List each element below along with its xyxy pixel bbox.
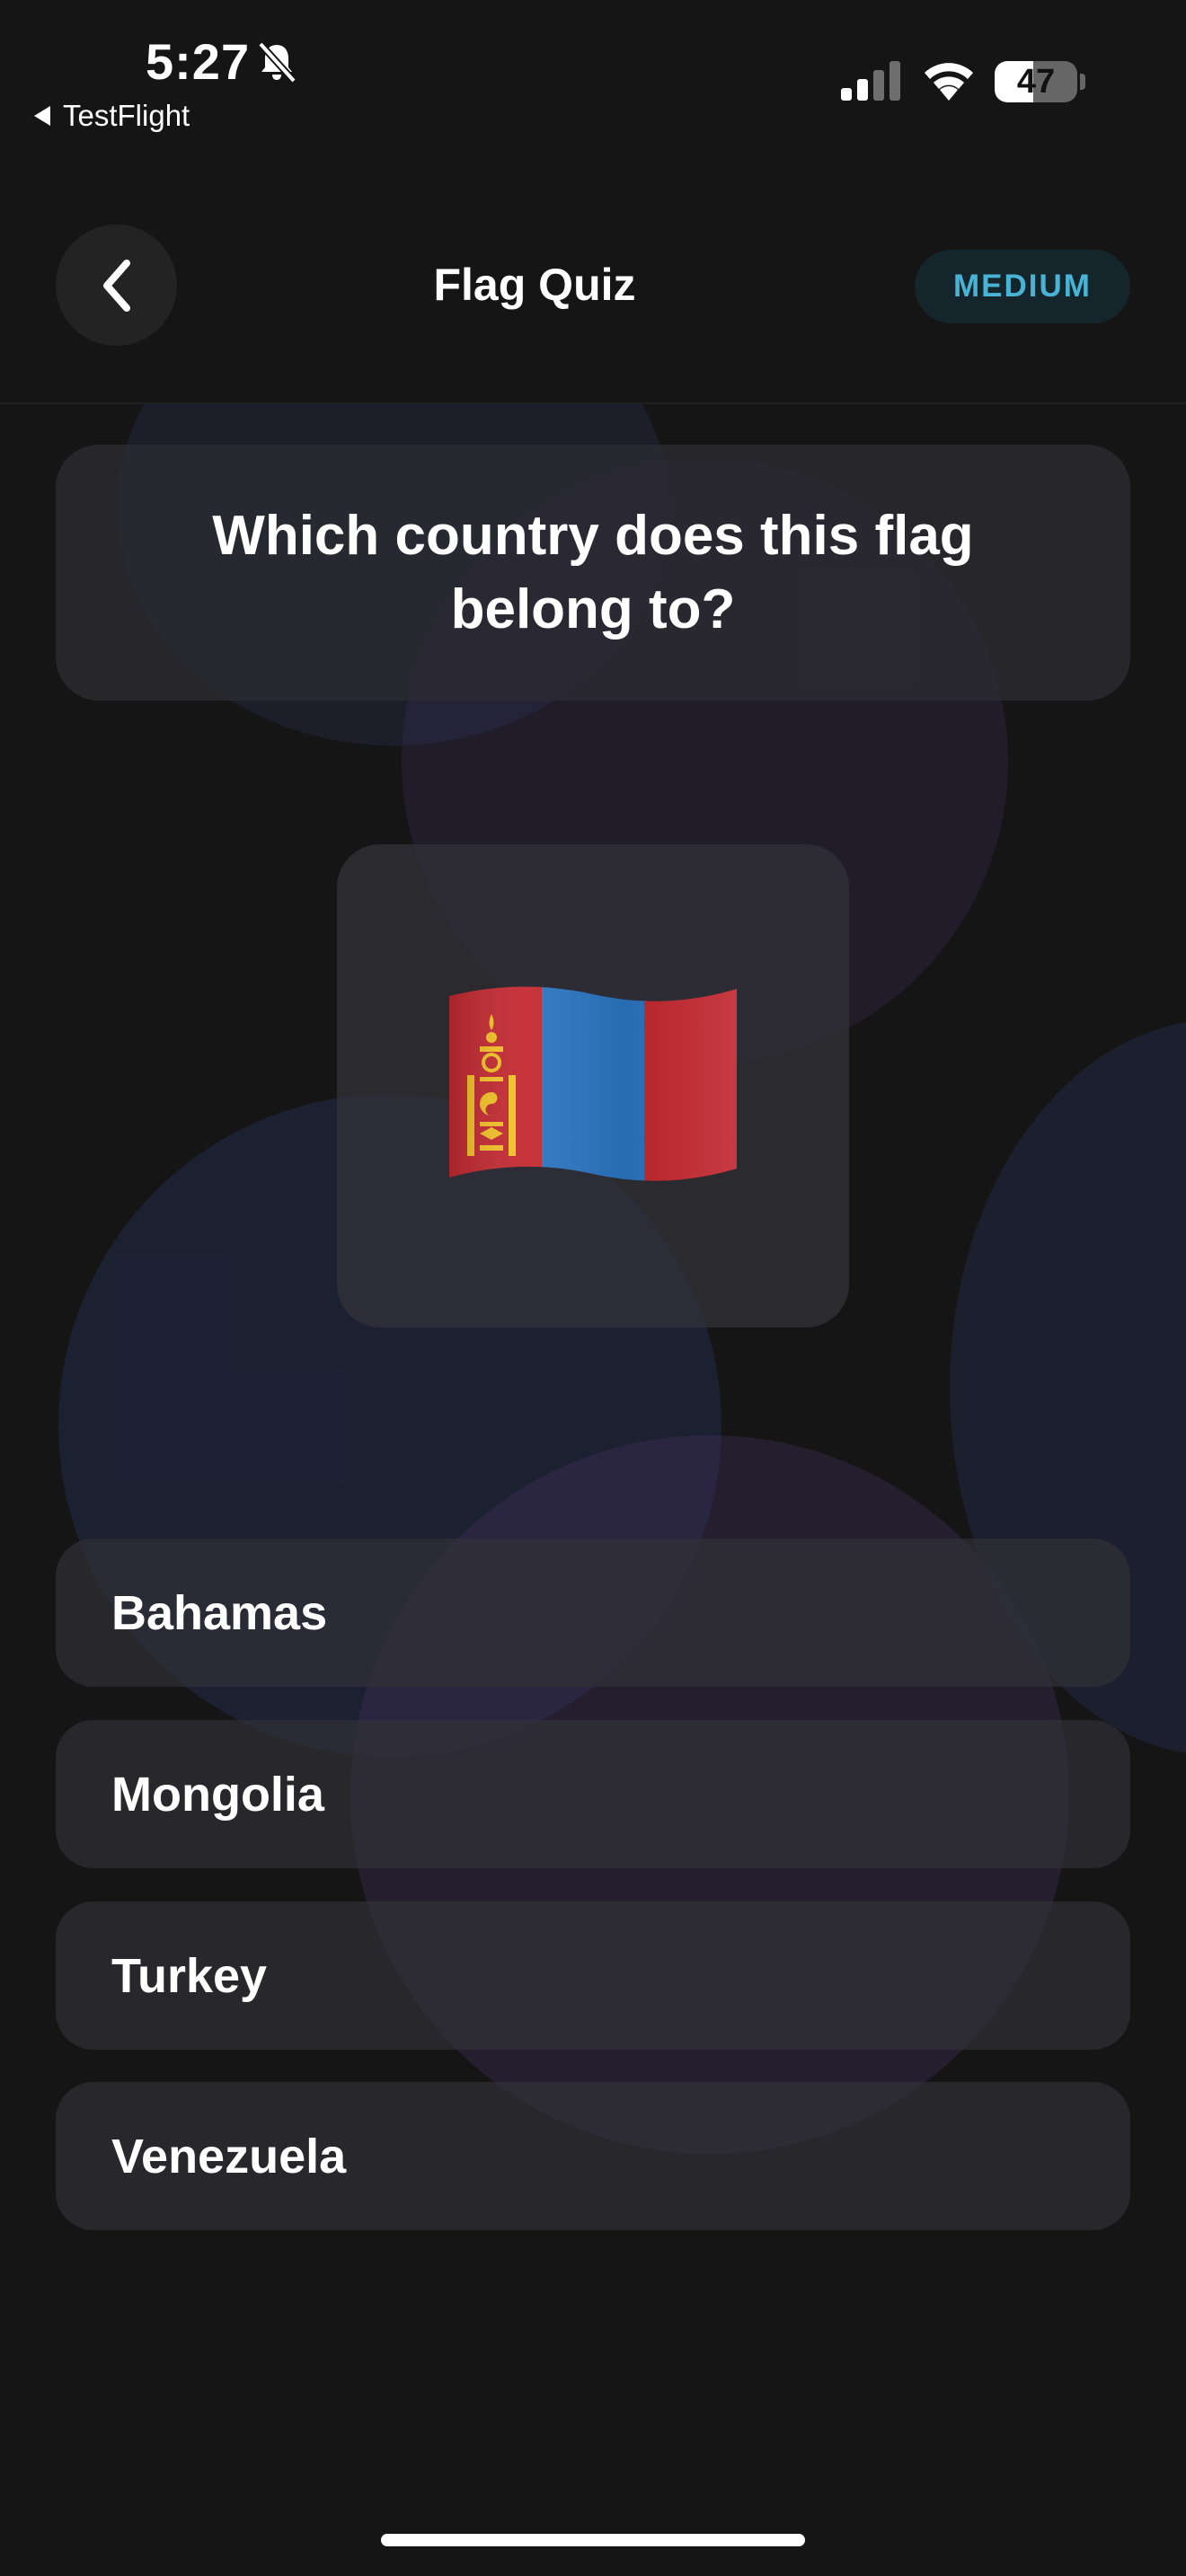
back-to-testflight[interactable]: TestFlight [34,99,190,133]
status-time: 5:27 [146,33,251,90]
difficulty-badge: MEDIUM [915,250,1130,323]
chevron-left-icon [102,259,130,312]
answer-option-bahamas[interactable]: Bahamas [56,1539,1130,1687]
back-app-label: TestFlight [63,99,190,132]
answer-option-mongolia[interactable]: Mongolia [56,1720,1130,1868]
battery-level: 47 [1016,62,1056,101]
quiz-screen: 5:27 TestFlight 47 Flag Quiz MEDIUM Whic… [0,0,1186,2576]
battery-nub [1080,74,1085,90]
status-bar: 5:27 TestFlight 47 [0,0,1186,144]
bell-slash-icon [258,41,296,84]
flag-card [337,844,849,1328]
home-indicator[interactable] [381,2534,805,2546]
question-card: Which country does this flag belong to? [56,445,1130,701]
wifi-icon [925,63,973,101]
answer-option-venezuela[interactable]: Venezuela [56,2082,1130,2230]
page-title: Flag Quiz [433,260,636,310]
answer-option-turkey[interactable]: Turkey [56,1901,1130,2050]
question-text: Which country does this flag belong to? [212,504,974,640]
back-button[interactable] [56,225,177,346]
back-triangle-icon [34,106,50,126]
nav-header: Flag Quiz MEDIUM [0,144,1186,404]
mongolia-flag-icon [449,986,737,1181]
battery-icon: 47 [995,61,1077,102]
cellular-signal-icon [841,61,900,101]
